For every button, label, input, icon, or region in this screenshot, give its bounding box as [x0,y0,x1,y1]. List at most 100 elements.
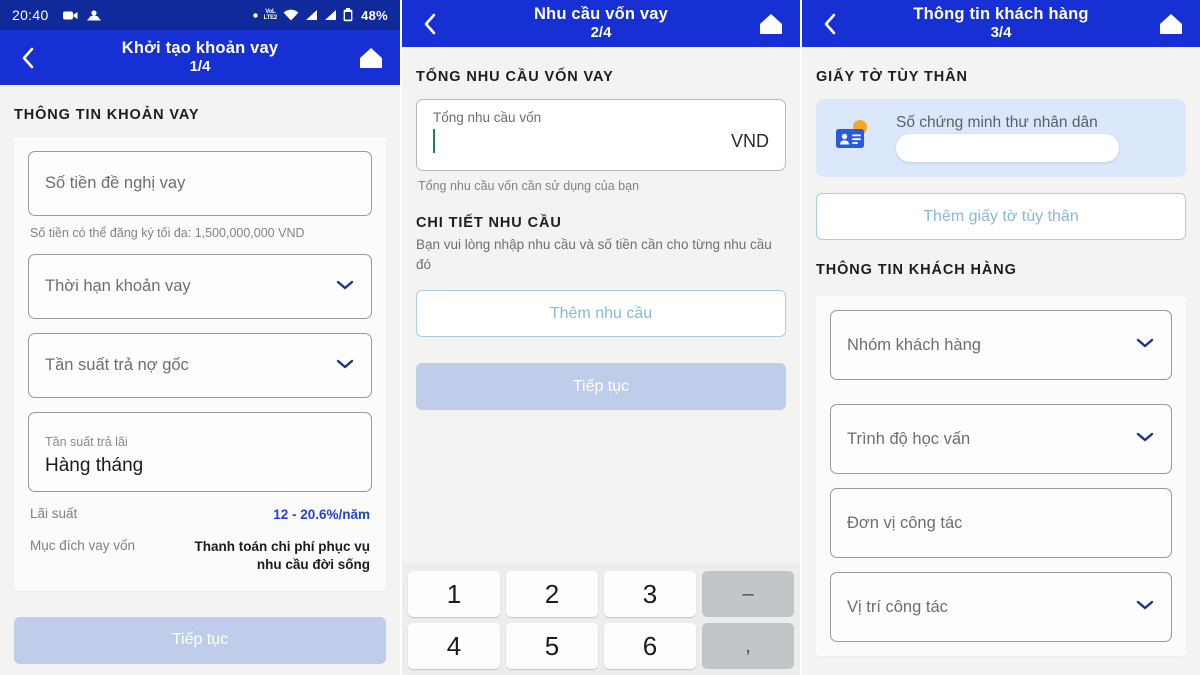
continue-button[interactable]: Tiếp tục [14,616,386,664]
identity-document-card[interactable]: Số chứng minh thư nhân dân [816,99,1186,177]
home-icon[interactable] [356,43,386,73]
total-need-label: Tổng nhu cầu vốn [433,110,542,125]
loan-amount-helper: Số tiền có thể đăng ký tối đa: 1,500,000… [30,226,305,240]
key-comma[interactable]: , [702,623,794,669]
interest-frequency-label: Tần suất trả lãi [45,435,128,449]
keyboard-row-2: 4 5 6 , [408,623,794,669]
total-need-input[interactable]: Tổng nhu cầu vốn VND [416,99,786,171]
header-title-block: Khởi tạo khoản vay 1/4 [0,38,400,77]
add-need-button[interactable]: Thêm nhu cầu [416,290,786,338]
header-title-block: Thông tin khách hàng 3/4 [802,4,1200,43]
header-title-block: Nhu cầu vốn vay 2/4 [402,4,800,43]
need-detail-description: Bạn vui lòng nhập nhu cầu và số tiền cần… [416,237,772,272]
total-need-row: VND [433,129,769,153]
numeric-keyboard: 1 2 3 – 4 5 6 , [402,563,800,675]
principal-frequency-placeholder: Tần suất trả nợ gốc [45,356,189,374]
panel1-body: THÔNG TIN KHOẢN VAY Số tiền đề nghị vay … [0,85,400,675]
panel-capital-need: Nhu cầu vốn vay 2/4 TỔNG NHU CẦU VỐN VAY… [400,0,800,675]
chevron-down-icon [1135,598,1155,616]
education-level-select[interactable]: Trình độ học vấn [830,404,1172,474]
job-position-placeholder: Vị trí công tác [847,597,948,616]
panel3-body: GIẤY TỜ TÙY THÂN Số chứng minh thư nhân … [802,47,1200,675]
key-2[interactable]: 2 [506,571,598,617]
continue-button[interactable]: Tiếp tục [416,363,786,411]
home-icon[interactable] [1156,9,1186,39]
loan-purpose-row: Mục đích vay vốn Thanh toán chi phí phục… [28,524,372,574]
page-title: Thông tin khách hàng [913,4,1089,23]
network-label: LTE2 [263,15,278,21]
section-title-identity-docs: GIẤY TỜ TÙY THÂN [816,69,968,85]
chevron-down-icon [335,357,355,375]
loan-amount-input[interactable]: Số tiền đề nghị vay [28,151,372,216]
camera-icon [62,10,78,21]
dot-icon [252,12,258,18]
text-caret [433,129,435,153]
loan-term-select[interactable]: Thời hạn khoản vay [28,254,372,319]
identity-field-wrap: Số chứng minh thư nhân dân [896,114,1168,162]
key-3[interactable]: 3 [604,571,696,617]
key-5[interactable]: 5 [506,623,598,669]
app-header-panel3: Thông tin khách hàng 3/4 [802,0,1200,47]
signal-2-icon [324,9,337,21]
identity-number-input[interactable] [896,134,1120,162]
key-dash[interactable]: – [702,571,794,617]
workplace-placeholder: Đơn vị công tác [847,513,963,532]
interest-rate-label: Lãi suất [30,506,78,521]
panel-loan-init: 20:40 VoL LTE2 48% Khởi tạo khoản vay 1/… [0,0,400,675]
interest-frequency-value: Hàng tháng [45,455,144,476]
status-right-icons: VoL LTE2 48% [252,7,388,23]
key-4[interactable]: 4 [408,623,500,669]
id-card-icon [834,118,880,158]
loan-info-card: Số tiền đề nghị vay Số tiền có thể đăng … [14,137,386,591]
app-header-panel1: Khởi tạo khoản vay 1/4 [0,30,400,85]
app-header-panel2: Nhu cầu vốn vay 2/4 [402,0,800,47]
section-title-total-need: TỔNG NHU CẦU VỐN VAY [416,69,614,85]
battery-percent: 48% [361,7,388,23]
wifi-icon [283,9,299,21]
chevron-down-icon [1135,430,1155,448]
loan-amount-placeholder: Số tiền đề nghị vay [45,174,186,192]
step-indicator: 3/4 [990,24,1012,42]
back-icon[interactable] [416,11,442,37]
chevron-down-icon [335,278,355,296]
loan-purpose-value: Thanh toán chi phí phục vụ nhu cầu đời s… [194,539,371,573]
section-title-loan-info: THÔNG TIN KHOẢN VAY [14,107,200,123]
panel2-body: TỔNG NHU CẦU VỐN VAY Tổng nhu cầu vốn VN… [402,47,800,675]
step-indicator: 2/4 [590,24,612,42]
interest-rate-row: Lãi suất 12 - 20.6%/năm [28,492,372,524]
add-identity-document-button[interactable]: Thêm giấy tờ tùy thân [816,193,1186,240]
panel-customer-info: Thông tin khách hàng 3/4 GIẤY TỜ TÙY THÂ… [800,0,1200,675]
page-title: Nhu cầu vốn vay [533,4,669,23]
loan-term-placeholder: Thời hạn khoản vay [45,277,191,295]
loan-purpose-label: Mục đích vay vốn [30,538,136,554]
job-position-select[interactable]: Vị trí công tác [830,572,1172,642]
back-icon[interactable] [816,11,842,37]
section-title-need-detail: CHI TIẾT NHU CẦU [416,215,562,231]
interest-rate-value: 12 - 20.6%/năm [273,507,370,522]
status-left-icons [62,9,101,21]
key-6[interactable]: 6 [604,623,696,669]
education-level-placeholder: Trình độ học vấn [847,429,971,448]
section-title-customer-info: THÔNG TIN KHÁCH HÀNG [816,262,1017,278]
customer-info-card: Nhóm khách hàng Trình độ học vấn Đơn vị … [816,296,1186,656]
keyboard-row-1: 1 2 3 – [408,571,794,617]
customer-group-placeholder: Nhóm khách hàng [847,335,981,354]
chevron-down-icon [1135,336,1155,354]
key-1[interactable]: 1 [408,571,500,617]
principal-frequency-select[interactable]: Tần suất trả nợ gốc [28,333,372,398]
status-time: 20:40 [12,7,49,23]
interest-frequency-field[interactable]: Tần suất trả lãi Hàng tháng [28,412,372,492]
step-indicator: 1/4 [189,58,211,76]
status-bar: 20:40 VoL LTE2 48% [0,0,400,30]
volte-icon: VoL LTE2 [263,9,278,21]
page-title: Khởi tạo khoản vay [121,38,279,57]
currency-unit: VND [730,130,769,151]
customer-group-select[interactable]: Nhóm khách hàng [830,310,1172,380]
back-icon[interactable] [14,45,40,71]
total-need-helper: Tổng nhu cầu vốn cần sử dụng của bạn [418,179,640,193]
workplace-input[interactable]: Đơn vị công tác [830,488,1172,558]
vpn-icon [87,9,101,21]
three-panel-screenshot: 20:40 VoL LTE2 48% Khởi tạo khoản vay 1/… [0,0,1200,675]
home-icon[interactable] [756,9,786,39]
